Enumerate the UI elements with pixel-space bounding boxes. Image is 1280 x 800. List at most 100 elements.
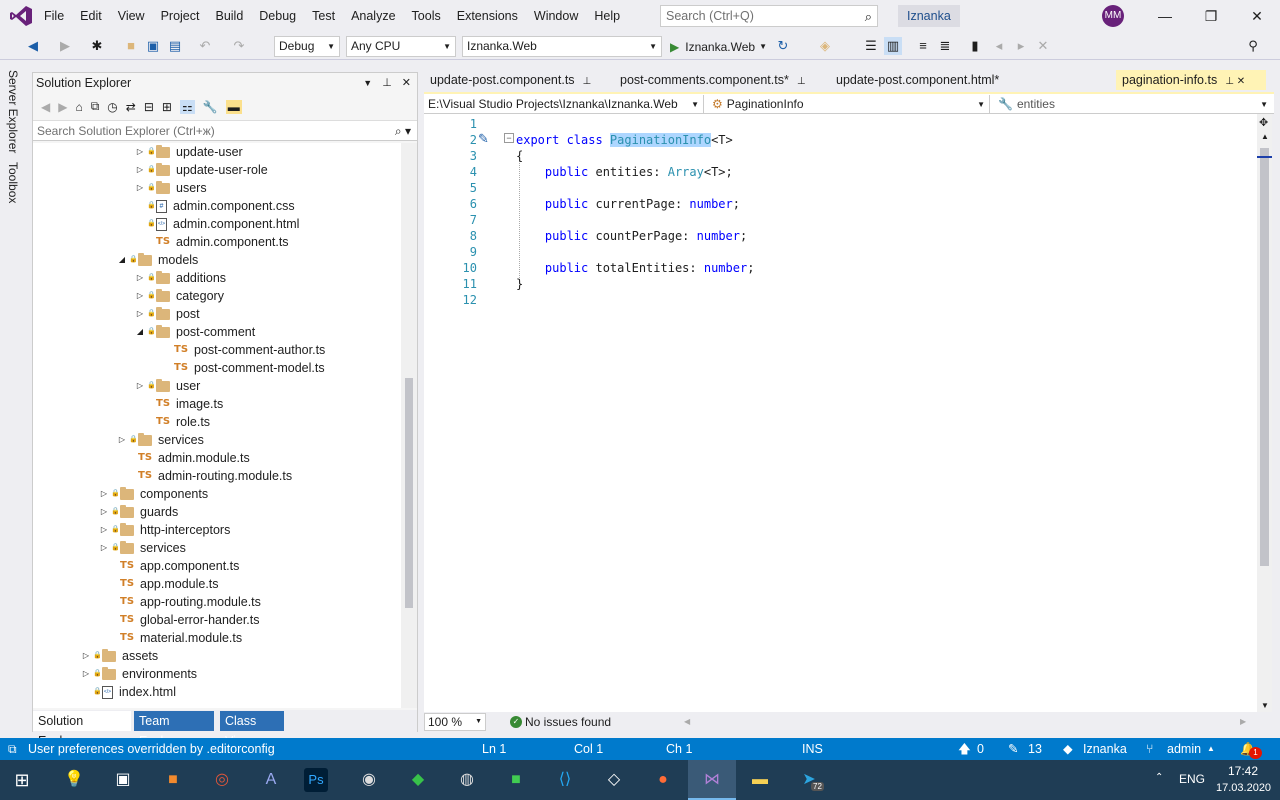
opera-icon[interactable]: ◉ [353, 764, 385, 796]
close-panel-icon[interactable]: ✕ [402, 73, 411, 93]
server-explorer-tab[interactable]: Server Explorer [6, 70, 20, 153]
tree-scrollbar[interactable] [401, 143, 417, 708]
keyboard-language[interactable]: ENG [1179, 772, 1205, 786]
redo-icon[interactable]: ↷ [230, 37, 248, 55]
zoom-select[interactable]: 100 % ▼ [424, 713, 486, 731]
maximize-icon[interactable]: ❐ [1188, 0, 1234, 32]
visual-studio-taskbar-icon[interactable]: ⋈ [688, 760, 736, 800]
green-app-icon[interactable]: ◆ [402, 764, 434, 796]
show-all-files-icon[interactable]: ⊞ [162, 100, 172, 114]
expand-arrow-icon[interactable]: ▷ [135, 179, 145, 197]
tree-item[interactable]: ▷ 🔒 http-interceptors [99, 521, 230, 539]
start-debug-button[interactable]: ▶ Iznanka.Web ▼ [670, 36, 767, 57]
tree-item[interactable]: TS admin.module.ts [117, 449, 250, 467]
tree-item[interactable]: TS admin-routing.module.ts [117, 467, 292, 485]
tray-chevron-icon[interactable]: ⌃ [1155, 772, 1163, 783]
expand-arrow-icon[interactable]: ▷ [99, 539, 109, 557]
menu-item[interactable]: Extensions [449, 0, 526, 32]
outdent-icon[interactable]: ≣ [936, 37, 954, 55]
filter-icon[interactable]: ⚏ [179, 99, 195, 114]
tree-item[interactable]: ▷ 🔒 services [99, 539, 186, 557]
menu-item[interactable]: Tools [404, 0, 449, 32]
hscroll-left-icon[interactable]: ◀ [684, 712, 690, 732]
photoshop-icon[interactable]: Ps [304, 768, 328, 792]
refresh-icon[interactable]: ↻ [774, 37, 792, 55]
tree-scroll-thumb[interactable] [405, 378, 413, 608]
code-editor[interactable]: 1 2 3 4 5 6 7 8 9 10 11 12 ✎ − export class Paginat… [424, 114, 1257, 712]
document-tab[interactable]: update-post.component.ts ⊥ [424, 70, 610, 90]
search-input[interactable]: Search (Ctrl+Q) ⌕ [660, 5, 878, 27]
github-icon[interactable]: ◍ [451, 764, 483, 796]
scroll-up-icon[interactable]: ▲ [1261, 132, 1269, 141]
live-share-icon[interactable]: ⚲ [1244, 37, 1262, 55]
file-explorer-icon[interactable]: ▬ [744, 764, 776, 796]
vscode-icon[interactable]: ⟨⟩ [549, 764, 581, 796]
save-all-icon[interactable]: ▤ [166, 37, 184, 55]
sublime-icon[interactable]: ■ [157, 764, 189, 796]
status-col[interactable]: Col 1 [574, 738, 603, 760]
branch-name[interactable]: admin [1167, 738, 1201, 760]
collapse-arrow-icon[interactable]: ◢ [135, 323, 145, 341]
expand-arrow-icon[interactable]: ▷ [135, 305, 145, 323]
new-project-icon[interactable]: ✱ [88, 37, 106, 55]
tree-item[interactable]: ▷ 🔒 update-user [135, 143, 243, 161]
open-folder-icon[interactable]: ■ [122, 37, 140, 55]
document-tab[interactable]: post-comments.component.ts* ⊥ [614, 70, 826, 90]
menu-item[interactable]: Analyze [343, 0, 403, 32]
tips-app-icon[interactable]: 💡 [58, 764, 90, 796]
unpushed-count[interactable]: 0 [977, 738, 984, 760]
type-nav-select[interactable]: ⚙ PaginationInfo ▼ [708, 95, 990, 114]
avatar[interactable]: MM [1102, 5, 1124, 27]
changes-count[interactable]: 13 [1028, 738, 1042, 760]
split-icon[interactable]: ✥ [1259, 116, 1268, 129]
clear-bookmarks-icon[interactable]: ✕ [1034, 37, 1052, 55]
pin-icon[interactable]: ⊥ [382, 73, 392, 93]
tree-item[interactable]: TS material.module.ts [99, 629, 242, 647]
back-icon[interactable]: ◀ [24, 37, 42, 55]
tree-item[interactable]: TS image.ts [135, 395, 223, 413]
platform-select[interactable]: Any CPU ▼ [346, 36, 456, 57]
tree-item[interactable]: ▷ 🔒 post [135, 305, 200, 323]
tree-item[interactable]: ◢ 🔒 post-comment [135, 323, 255, 341]
menu-item[interactable]: Window [526, 0, 586, 32]
expand-arrow-icon[interactable]: ▷ [135, 377, 145, 395]
indent-icon[interactable]: ≡ [914, 37, 932, 55]
editor-scrollbar[interactable]: ✥ ▲ ▼ [1257, 114, 1272, 712]
status-line[interactable]: Ln 1 [482, 738, 506, 760]
screen-app-icon[interactable]: ▣ [107, 764, 139, 796]
collapse-region-icon[interactable]: − [504, 133, 514, 143]
solution-name-badge[interactable]: Iznanka [898, 5, 960, 27]
tree-item[interactable]: TS app.module.ts [99, 575, 219, 593]
menu-item[interactable]: View [110, 0, 153, 32]
tree-item[interactable]: ▷ 🔒 guards [99, 503, 178, 521]
expand-arrow-icon[interactable]: ▷ [135, 161, 145, 179]
tree-item[interactable]: ▷ 🔒 update-user-role [135, 161, 268, 179]
pin-close-icon[interactable]: ⊥ ✕ [1225, 76, 1245, 87]
forward-icon[interactable]: ▶ [56, 37, 74, 55]
menu-item[interactable]: Build [207, 0, 251, 32]
toggle-panel-icon[interactable]: ▥ [884, 37, 902, 55]
tree-item[interactable]: ◢ 🔒 models [117, 251, 198, 269]
repo-name[interactable]: Iznanka [1083, 738, 1127, 760]
tree-item[interactable]: ▷ 🔒 services [117, 431, 204, 449]
preview-icon[interactable]: ▬ [225, 99, 242, 114]
undo-icon[interactable]: ↶ [196, 37, 214, 55]
tree-item[interactable]: ▷ 🔒 environments [81, 665, 197, 683]
tree-item[interactable]: 🔒 # admin.component.css [135, 197, 295, 215]
home-icon[interactable]: ⌂ [75, 100, 82, 114]
pin-icon[interactable]: ⊥ [797, 76, 806, 87]
tree-item[interactable]: 🔒 </> index.html [81, 683, 176, 701]
postman-icon[interactable]: ● [647, 764, 679, 796]
sync-icon[interactable]: ⇄ [126, 100, 136, 114]
menu-item[interactable]: Project [153, 0, 208, 32]
editor-scroll-thumb[interactable] [1260, 148, 1269, 566]
menu-item[interactable]: Help [586, 0, 628, 32]
hscroll-right-icon[interactable]: ▶ [1240, 712, 1246, 732]
tree-item[interactable]: ▷ 🔒 components [99, 485, 208, 503]
collapse-arrow-icon[interactable]: ◢ [117, 251, 127, 269]
switch-views-icon[interactable]: ⧉ [91, 99, 100, 114]
tree-item[interactable]: ▷ 🔒 category [135, 287, 224, 305]
document-tab[interactable]: update-post.component.html* [830, 70, 1036, 90]
tree-item[interactable]: ▷ 🔒 users [135, 179, 207, 197]
tree-item[interactable]: TS app-routing.module.ts [99, 593, 261, 611]
